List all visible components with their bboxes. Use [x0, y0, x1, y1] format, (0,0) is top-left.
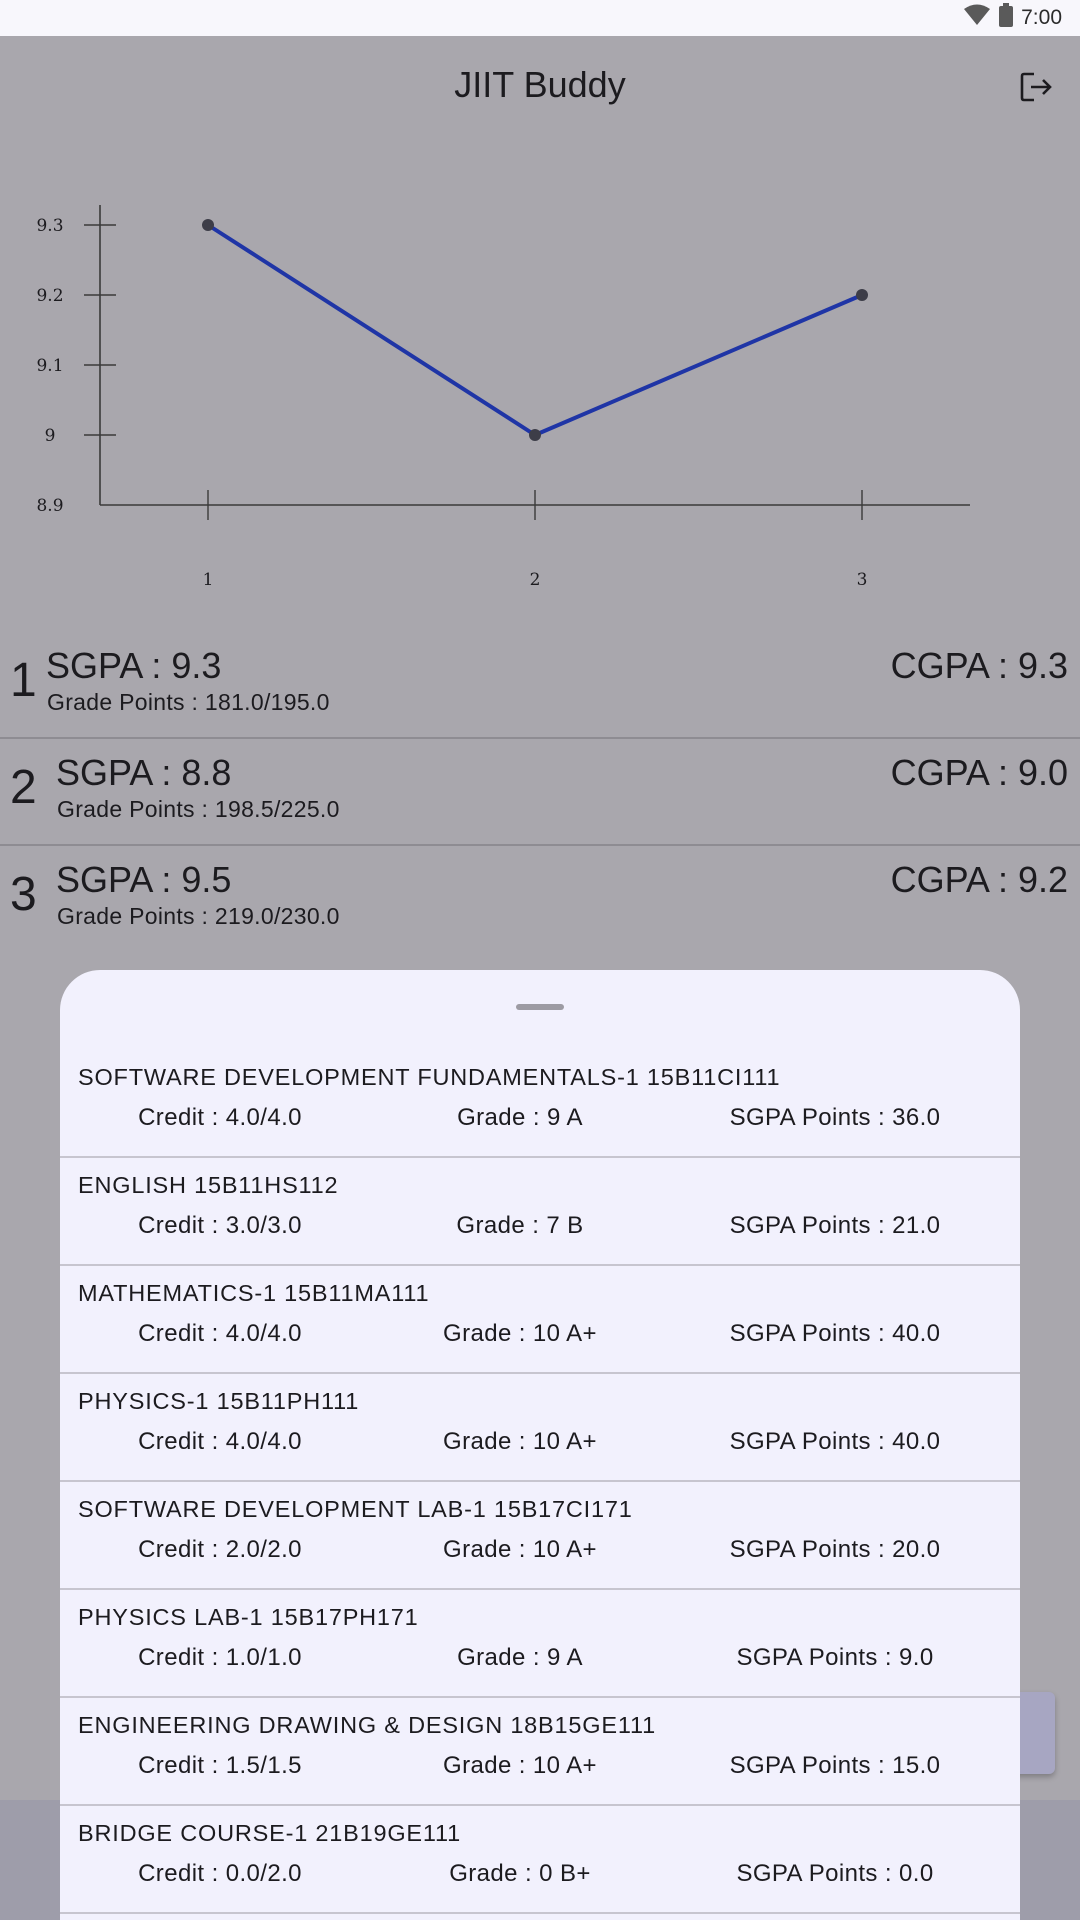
semester-grade-points: Grade Points : 198.5/225.0: [57, 796, 340, 822]
subject-row[interactable]: MATHEMATICS-1 15B11MA111 Credit : 4.0/4.0…: [60, 1266, 1020, 1374]
semester-sgpa: SGPA : 8.8: [56, 752, 232, 793]
battery-icon: [999, 3, 1014, 33]
data-point: [529, 429, 541, 441]
semester-number: 2: [10, 761, 37, 814]
sgpa-line-chart: 8.9 9 9.1 9.2 9.3 1 2 3: [36, 205, 970, 590]
data-point: [856, 289, 868, 301]
subject-credit: Credit : 4.0/4.0: [138, 1428, 302, 1455]
subject-grade: Grade : 7 B: [456, 1212, 584, 1239]
semester-row-1[interactable]: 1 SGPA : 9.3 Grade Points : 181.0/195.0 …: [0, 631, 1080, 739]
subject-row[interactable]: ENGINEERING DRAWING & DESIGN 18B15GE111 C…: [60, 1698, 1020, 1806]
subject-row[interactable]: SOFTWARE DEVELOPMENT LAB-1 15B17CI171 Cre…: [60, 1482, 1020, 1590]
subject-details: Credit : 3.0/3.0 Grade : 7 B SGPA Points :…: [60, 1212, 1020, 1244]
subject-name: SOFTWARE DEVELOPMENT FUNDAMENTALS-1 15B1…: [78, 1064, 781, 1090]
subject-row[interactable]: PHYSICS-1 15B11PH111 Credit : 4.0/4.0 Grad…: [60, 1374, 1020, 1482]
y-tick-label: 9.2: [36, 286, 63, 306]
subject-details: Credit : 0.0/2.0 Grade : 0 B+ SGPA Points …: [60, 1860, 1020, 1892]
y-tick-label: 9: [45, 426, 56, 446]
subject-name: MATHEMATICS-1 15B11MA111: [78, 1280, 430, 1306]
status-icons: 7:00: [963, 3, 1062, 33]
semester-cgpa: CGPA : 9.3: [890, 645, 1068, 686]
subject-list: SOFTWARE DEVELOPMENT FUNDAMENTALS-1 15B1…: [60, 1060, 1020, 1914]
semester-number: 3: [10, 868, 37, 921]
semester-cgpa: CGPA : 9.2: [890, 859, 1068, 900]
semester-grade-points: Grade Points : 219.0/230.0: [57, 903, 340, 929]
subjects-bottom-sheet: SOFTWARE DEVELOPMENT FUNDAMENTALS-1 15B1…: [60, 970, 1020, 1920]
y-tick-label: 8.9: [36, 496, 63, 516]
subject-grade: Grade : 9 A: [457, 1104, 583, 1131]
semester-number: 1: [10, 654, 37, 707]
wifi-icon: [963, 4, 991, 32]
subject-name: PHYSICS LAB-1 15B17PH171: [78, 1604, 419, 1630]
status-bar: 7:00: [0, 0, 1080, 36]
subject-name: SOFTWARE DEVELOPMENT LAB-1 15B17CI171: [78, 1496, 633, 1522]
subject-name: ENGLISH 15B11HS112: [78, 1172, 339, 1198]
drag-handle[interactable]: [516, 1004, 564, 1010]
subject-name: BRIDGE COURSE-1 21B19GE111: [78, 1820, 462, 1846]
semester-sgpa: SGPA : 9.5: [56, 859, 232, 900]
app-title: JIIT Buddy: [454, 64, 626, 105]
y-tick-label: 9.1: [36, 356, 63, 376]
subject-grade: Grade : 10 A+: [443, 1536, 597, 1563]
subject-sgpa-points: SGPA Points : 21.0: [729, 1212, 941, 1239]
subject-credit: Credit : 4.0/4.0: [138, 1320, 302, 1347]
subject-credit: Credit : 2.0/2.0: [138, 1536, 302, 1563]
subject-grade: Grade : 10 A+: [443, 1428, 597, 1455]
y-tick-label: 9.3: [36, 216, 63, 236]
subject-row[interactable]: PHYSICS LAB-1 15B17PH171 Credit : 1.0/1.0…: [60, 1590, 1020, 1698]
app-bar: JIIT Buddy: [0, 36, 1080, 136]
subject-sgpa-points: SGPA Points : 20.0: [729, 1536, 941, 1563]
subject-details: Credit : 4.0/4.0 Grade : 10 A+ SGPA Points…: [60, 1428, 1020, 1460]
data-point: [202, 219, 214, 231]
subject-sgpa-points: SGPA Points : 40.0: [729, 1428, 941, 1455]
subject-sgpa-points: SGPA Points : 40.0: [729, 1320, 941, 1347]
subject-sgpa-points: SGPA Points : 15.0: [729, 1752, 941, 1779]
subject-row[interactable]: ENGLISH 15B11HS112 Credit : 3.0/3.0 Grade …: [60, 1158, 1020, 1266]
logout-icon: [1020, 72, 1052, 102]
x-tick-label: 3: [857, 570, 868, 590]
subject-details: Credit : 4.0/4.0 Grade : 9 A SGPA Points :…: [60, 1104, 1020, 1136]
x-tick-label: 2: [530, 570, 541, 590]
subject-row[interactable]: SOFTWARE DEVELOPMENT FUNDAMENTALS-1 15B1…: [60, 1060, 1020, 1158]
logout-button[interactable]: [1016, 66, 1058, 108]
subject-sgpa-points: SGPA Points : 9.0: [736, 1644, 934, 1671]
subject-credit: Credit : 1.5/1.5: [138, 1752, 302, 1779]
subject-name: PHYSICS-1 15B11PH111: [78, 1388, 360, 1414]
subject-grade: Grade : 10 A+: [443, 1320, 597, 1347]
semester-grade-points: Grade Points : 181.0/195.0: [47, 689, 330, 715]
subject-name: ENGINEERING DRAWING & DESIGN 18B15GE111: [78, 1712, 656, 1738]
subject-credit: Credit : 4.0/4.0: [138, 1104, 302, 1131]
x-tick-label: 1: [203, 570, 214, 590]
semester-cgpa: CGPA : 9.0: [890, 752, 1068, 793]
status-time: 7:00: [1021, 6, 1062, 29]
subject-details: Credit : 1.0/1.0 Grade : 9 A SGPA Points :…: [60, 1644, 1020, 1676]
subject-credit: Credit : 3.0/3.0: [138, 1212, 302, 1239]
semester-row-2[interactable]: 2 SGPA : 8.8 Grade Points : 198.5/225.0 …: [0, 738, 1080, 846]
subject-credit: Credit : 0.0/2.0: [138, 1860, 302, 1887]
subject-row[interactable]: BRIDGE COURSE-1 21B19GE111 Credit : 0.0/2…: [60, 1806, 1020, 1914]
subject-details: Credit : 2.0/2.0 Grade : 10 A+ SGPA Points…: [60, 1536, 1020, 1568]
semester-sgpa: SGPA : 9.3: [46, 645, 222, 686]
subject-sgpa-points: SGPA Points : 36.0: [729, 1104, 941, 1131]
subject-details: Credit : 4.0/4.0 Grade : 10 A+ SGPA Points…: [60, 1320, 1020, 1352]
subject-grade: Grade : 9 A: [457, 1644, 583, 1671]
subject-sgpa-points: SGPA Points : 0.0: [736, 1860, 934, 1887]
subject-credit: Credit : 1.0/1.0: [138, 1644, 302, 1671]
semester-row-3[interactable]: 3 SGPA : 9.5 Grade Points : 219.0/230.0 …: [0, 845, 1080, 951]
subject-details: Credit : 1.5/1.5 Grade : 10 A+ SGPA Points…: [60, 1752, 1020, 1784]
subject-grade: Grade : 0 B+: [449, 1860, 591, 1887]
series-line: [206, 223, 863, 437]
subject-grade: Grade : 10 A+: [443, 1752, 597, 1779]
